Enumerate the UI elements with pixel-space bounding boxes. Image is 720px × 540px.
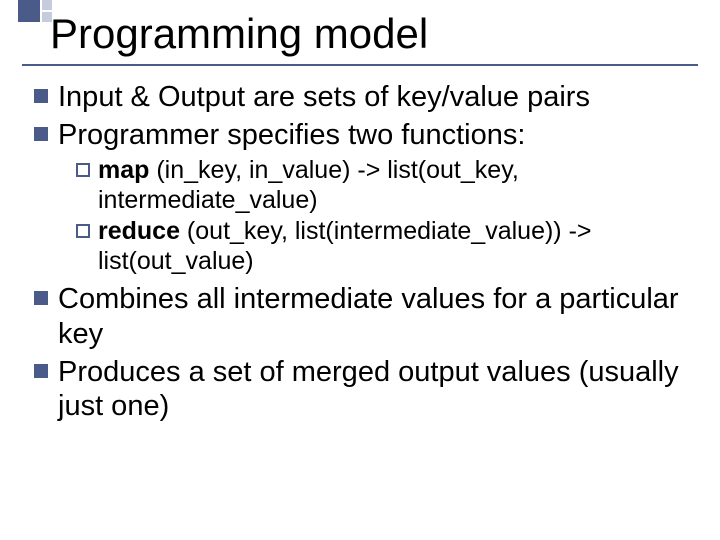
sub-bullet-text: map (in_key, in_value) -> list(out_key, …	[98, 156, 690, 215]
keyword-map: map	[98, 156, 149, 184]
deco-square-small	[42, 0, 52, 10]
sub-bullet-rest: (in_key, in_value) -> list(out_key, inte…	[98, 156, 519, 214]
filled-square-bullet-icon	[34, 89, 48, 103]
slide-content: Programming model Input & Output are set…	[0, 0, 720, 423]
sub-bullet-item: reduce (out_key, list(intermediate_value…	[76, 217, 690, 276]
slide-body: Input & Output are sets of key/value pai…	[22, 80, 698, 423]
filled-square-bullet-icon	[34, 364, 48, 378]
bullet-text: Combines all intermediate values for a p…	[58, 282, 690, 350]
deco-square-large	[18, 0, 40, 22]
bullet-item: Produces a set of merged output values (…	[34, 355, 690, 423]
bullet-item: Programmer specifies two functions:	[34, 118, 690, 152]
filled-square-bullet-icon	[34, 127, 48, 141]
hollow-square-bullet-icon	[76, 224, 90, 238]
keyword-reduce: reduce	[98, 217, 180, 245]
deco-square-small	[42, 12, 52, 22]
corner-decoration	[18, 0, 52, 22]
slide-title: Programming model	[22, 10, 698, 58]
sub-bullet-group: map (in_key, in_value) -> list(out_key, …	[34, 156, 690, 276]
bullet-item: Combines all intermediate values for a p…	[34, 282, 690, 350]
filled-square-bullet-icon	[34, 291, 48, 305]
bullet-text: Input & Output are sets of key/value pai…	[58, 80, 590, 114]
sub-bullet-text: reduce (out_key, list(intermediate_value…	[98, 217, 690, 276]
title-underline	[22, 64, 698, 66]
bullet-item: Input & Output are sets of key/value pai…	[34, 80, 690, 114]
sub-bullet-item: map (in_key, in_value) -> list(out_key, …	[76, 156, 690, 215]
bullet-text: Produces a set of merged output values (…	[58, 355, 690, 423]
bullet-text: Programmer specifies two functions:	[58, 118, 525, 152]
hollow-square-bullet-icon	[76, 163, 90, 177]
